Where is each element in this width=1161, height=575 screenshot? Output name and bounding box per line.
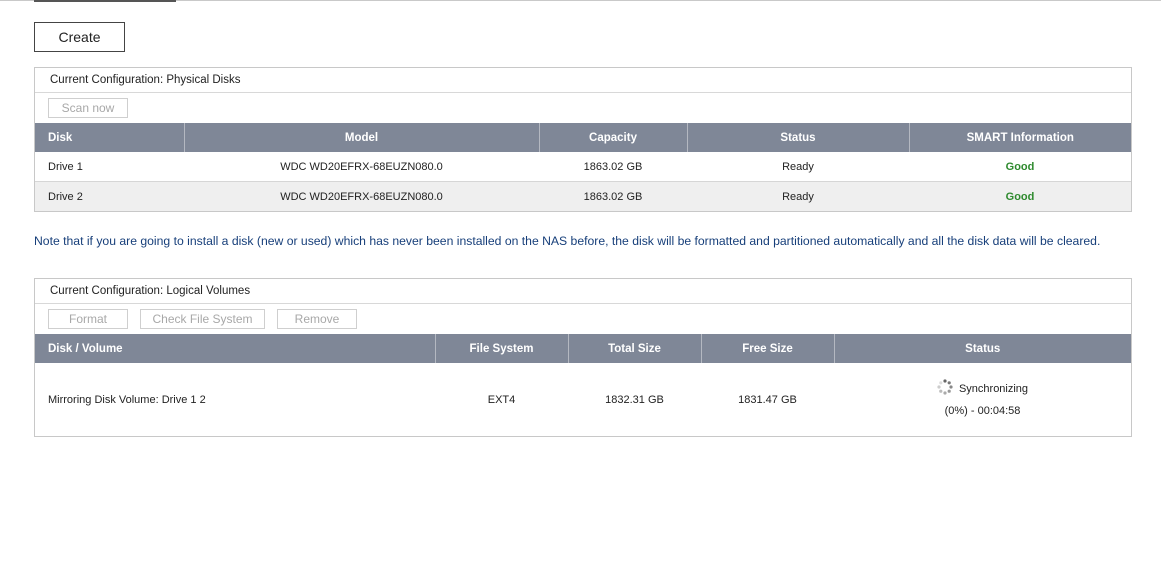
table-row[interactable]: Drive 2 WDC WD20EFRX-68EUZN080.0 1863.02… <box>35 181 1131 211</box>
logical-volumes-table: Disk / Volume File System Total Size Fre… <box>35 334 1131 436</box>
smart-status-link[interactable]: Good <box>909 181 1131 211</box>
disk-name: Drive 1 <box>35 152 184 182</box>
col-file-system[interactable]: File System <box>435 334 569 363</box>
physical-disks-table: Disk Model Capacity Status SMART Informa… <box>35 123 1131 211</box>
disk-model: WDC WD20EFRX-68EUZN080.0 <box>184 152 539 182</box>
disk-name: Drive 2 <box>35 181 184 211</box>
physical-disks-toolbar: Scan now <box>35 93 1131 123</box>
physical-disks-title: Current Configuration: Physical Disks <box>35 68 1131 93</box>
sync-progress: (0%) - 00:04:58 <box>944 404 1021 417</box>
logical-volumes-toolbar: Format Check File System Remove <box>35 304 1131 334</box>
volume-file-system: EXT4 <box>435 363 568 436</box>
physical-disks-panel: Current Configuration: Physical Disks Sc… <box>34 67 1132 212</box>
disk-capacity: 1863.02 GB <box>539 152 687 182</box>
logical-volumes-title: Current Configuration: Logical Volumes <box>35 279 1131 304</box>
sync-status: Synchronizing (0%) - 00:04:58 <box>937 378 1028 422</box>
col-disk[interactable]: Disk <box>35 123 185 152</box>
table-row[interactable]: Mirroring Disk Volume: Drive 1 2 EXT4 18… <box>35 363 1131 436</box>
disk-format-note: Note that if you are going to install a … <box>34 234 1101 248</box>
remove-button[interactable]: Remove <box>277 309 357 329</box>
logical-volumes-panel: Current Configuration: Logical Volumes F… <box>34 278 1132 437</box>
col-total-size[interactable]: Total Size <box>568 334 702 363</box>
table-header-row: Disk Model Capacity Status SMART Informa… <box>35 123 1131 152</box>
disk-status: Ready <box>687 181 909 211</box>
sync-status-label: Synchronizing <box>958 382 1029 395</box>
spinner-icon <box>937 378 953 395</box>
volume-name: Mirroring Disk Volume: Drive 1 2 <box>35 363 435 436</box>
table-header-row: Disk / Volume File System Total Size Fre… <box>35 334 1131 363</box>
col-free-size[interactable]: Free Size <box>701 334 835 363</box>
col-smart[interactable]: SMART Information <box>909 123 1131 152</box>
col-capacity[interactable]: Capacity <box>539 123 688 152</box>
col-status[interactable]: Status <box>687 123 910 152</box>
format-button[interactable]: Format <box>48 309 128 329</box>
volume-total-size: 1832.31 GB <box>568 363 701 436</box>
active-tab-indicator <box>34 0 176 2</box>
disk-capacity: 1863.02 GB <box>539 181 687 211</box>
volume-free-size: 1831.47 GB <box>701 363 834 436</box>
col-volume-status[interactable]: Status <box>834 334 1131 363</box>
col-disk-volume[interactable]: Disk / Volume <box>35 334 436 363</box>
scan-now-button[interactable]: Scan now <box>48 98 128 118</box>
col-model[interactable]: Model <box>184 123 540 152</box>
disk-model: WDC WD20EFRX-68EUZN080.0 <box>184 181 539 211</box>
check-file-system-button[interactable]: Check File System <box>140 309 265 329</box>
create-button[interactable]: Create <box>34 22 125 52</box>
smart-status-link[interactable]: Good <box>909 152 1131 182</box>
volume-status-cell: Synchronizing (0%) - 00:04:58 <box>834 363 1131 436</box>
disk-status: Ready <box>687 152 909 182</box>
table-row[interactable]: Drive 1 WDC WD20EFRX-68EUZN080.0 1863.02… <box>35 152 1131 182</box>
